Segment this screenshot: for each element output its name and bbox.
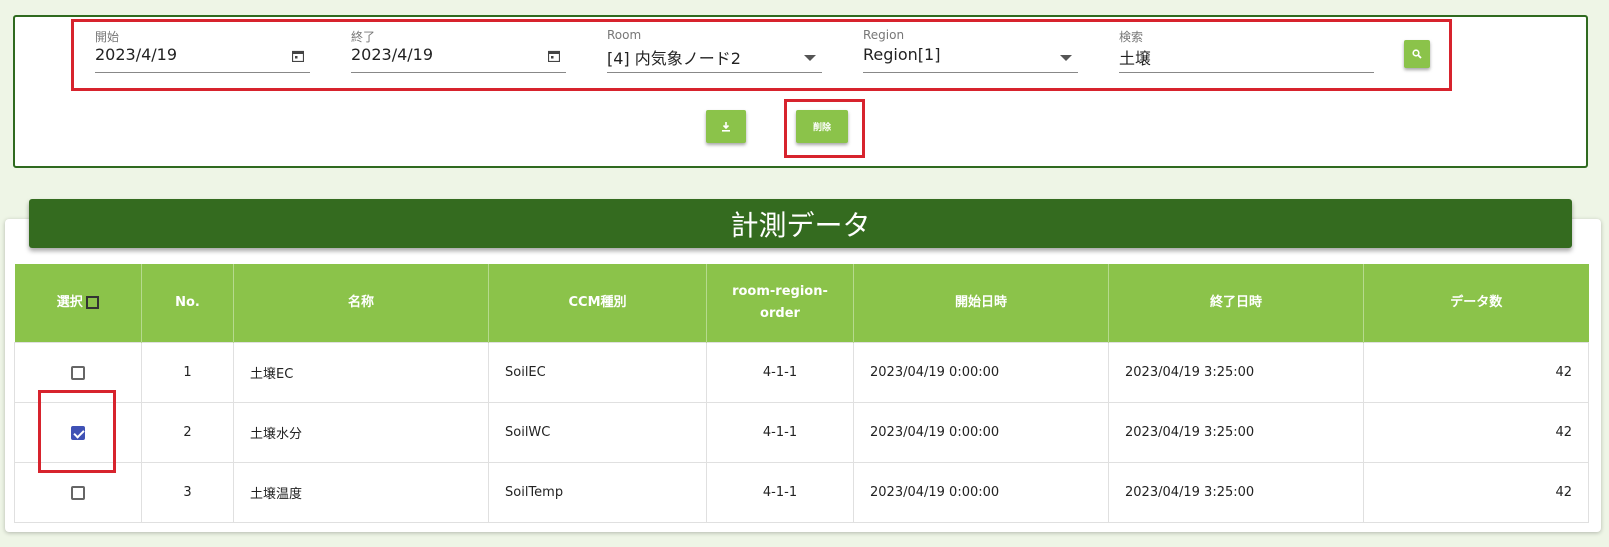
highlight-filter-row bbox=[71, 19, 1452, 91]
cell-rro: 4-1-1 bbox=[706, 462, 854, 523]
download-button[interactable] bbox=[706, 110, 746, 143]
cell-no: 2 bbox=[141, 402, 234, 463]
table-row: 3 土壌温度 SoilTemp 4-1-1 2023/04/19 0:00:00… bbox=[14, 462, 1589, 523]
table-title: 計測データ bbox=[730, 208, 871, 242]
cell-end: 2023/04/19 3:25:00 bbox=[1108, 402, 1364, 463]
cell-count: 42 bbox=[1363, 342, 1589, 403]
header-start: 開始日時 bbox=[853, 264, 1109, 343]
cell-ccm: SoilTemp bbox=[488, 462, 707, 523]
header-ccm: CCM種別 bbox=[488, 264, 707, 343]
table-title-banner: 計測データ bbox=[29, 199, 1572, 248]
cell-name: 土壌EC bbox=[233, 342, 489, 403]
cell-count: 42 bbox=[1363, 462, 1589, 523]
table-row: 1 土壌EC SoilEC 4-1-1 2023/04/19 0:00:00 2… bbox=[14, 342, 1589, 403]
row-checkbox[interactable] bbox=[71, 365, 85, 380]
header-rro-line1: room-region- bbox=[732, 284, 828, 299]
cell-start: 2023/04/19 0:00:00 bbox=[853, 402, 1109, 463]
header-count: データ数 bbox=[1363, 264, 1589, 343]
cell-rro: 4-1-1 bbox=[706, 342, 854, 403]
cell-end: 2023/04/19 3:25:00 bbox=[1108, 342, 1364, 403]
cell-ccm: SoilEC bbox=[488, 342, 707, 403]
cell-name: 土壌水分 bbox=[233, 402, 489, 463]
cell-no: 1 bbox=[141, 342, 234, 403]
cell-no: 3 bbox=[141, 462, 234, 523]
row-checkbox[interactable] bbox=[71, 485, 85, 500]
header-room-region-order: room-region- order bbox=[706, 264, 854, 343]
cell-name: 土壌温度 bbox=[233, 462, 489, 523]
cell-count: 42 bbox=[1363, 402, 1589, 463]
highlight-delete-button bbox=[784, 99, 865, 158]
header-select: 選択 bbox=[14, 264, 142, 343]
table-header-row: 選択 No. 名称 CCM種別 room-region- order 開始日時 … bbox=[14, 264, 1589, 343]
header-no: No. bbox=[141, 264, 234, 343]
data-table: 選択 No. 名称 CCM種別 room-region- order 開始日時 … bbox=[14, 264, 1589, 523]
cell-start: 2023/04/19 0:00:00 bbox=[853, 342, 1109, 403]
table-row: 2 土壌水分 SoilWC 4-1-1 2023/04/19 0:00:00 2… bbox=[14, 402, 1589, 463]
cell-start: 2023/04/19 0:00:00 bbox=[853, 462, 1109, 523]
cell-ccm: SoilWC bbox=[488, 402, 707, 463]
header-name: 名称 bbox=[233, 264, 489, 343]
download-icon bbox=[722, 121, 730, 132]
highlight-row-checkbox bbox=[38, 390, 116, 473]
header-rro-line2: order bbox=[760, 306, 800, 321]
select-all-checkbox[interactable] bbox=[85, 296, 99, 309]
header-select-label: 選択 bbox=[56, 295, 83, 310]
cell-rro: 4-1-1 bbox=[706, 402, 854, 463]
header-end: 終了日時 bbox=[1108, 264, 1364, 343]
cell-end: 2023/04/19 3:25:00 bbox=[1108, 462, 1364, 523]
